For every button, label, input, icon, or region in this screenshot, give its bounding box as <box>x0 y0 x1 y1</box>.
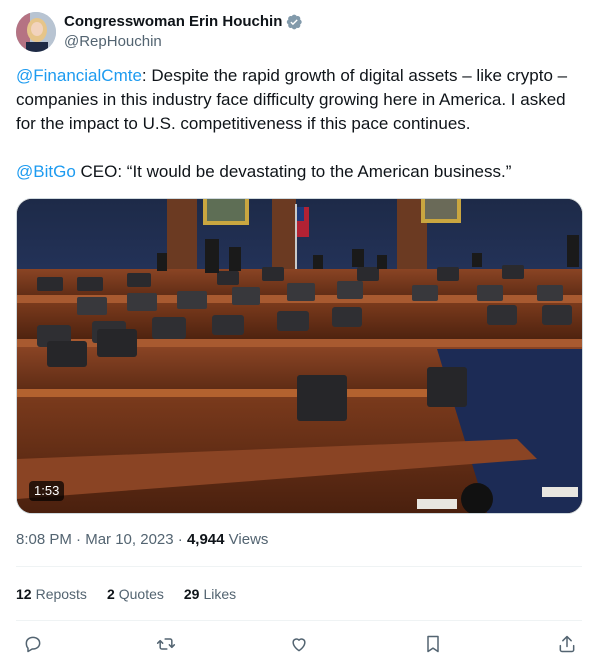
video-player[interactable]: 1:53 <box>16 198 583 514</box>
like-icon[interactable] <box>287 632 311 656</box>
verified-badge-icon <box>285 13 303 31</box>
tweet: Congresswoman Erin Houchin @RepHouchin @… <box>0 0 598 668</box>
share-icon[interactable] <box>555 632 579 656</box>
timestamp-time[interactable]: 8:08 PM <box>16 531 72 548</box>
tweet-text-part: CEO: “It would be devastating to the Ame… <box>75 162 512 181</box>
bookmark-icon[interactable] <box>421 632 445 656</box>
avatar[interactable] <box>16 12 56 52</box>
handle[interactable]: @RepHouchin <box>64 32 303 52</box>
tweet-header: Congresswoman Erin Houchin @RepHouchin <box>16 12 303 52</box>
video-duration: 1:53 <box>29 481 65 501</box>
meta-separator: · <box>173 531 187 548</box>
tweet-text: @FinancialCmte: Despite the rapid growth… <box>16 64 586 184</box>
quotes-stat[interactable]: 2 Quotes <box>107 584 164 604</box>
display-name[interactable]: Congresswoman Erin Houchin <box>64 12 282 32</box>
divider <box>16 566 582 567</box>
author-names: Congresswoman Erin Houchin @RepHouchin <box>64 12 303 52</box>
tweet-meta: 8:08 PM · Mar 10, 2023 · 4,944 Views <box>16 530 268 550</box>
meta-separator: · <box>71 531 86 548</box>
views-label: Views <box>224 531 269 548</box>
reposts-stat[interactable]: 12 Reposts <box>16 584 87 604</box>
timestamp-date[interactable]: Mar 10, 2023 <box>85 531 173 548</box>
likes-stat[interactable]: 29 Likes <box>184 584 236 604</box>
divider <box>16 620 582 621</box>
reply-icon[interactable] <box>21 632 45 656</box>
mention-link[interactable]: @BitGo <box>16 162 76 181</box>
video-frame <box>17 199 582 513</box>
action-bar <box>16 632 582 656</box>
engagement-stats: 12 Reposts 2 Quotes 29 Likes <box>16 584 256 604</box>
repost-icon[interactable] <box>154 632 178 656</box>
views-count: 4,944 <box>186 531 225 548</box>
mention-link[interactable]: @FinancialCmte <box>16 66 142 85</box>
